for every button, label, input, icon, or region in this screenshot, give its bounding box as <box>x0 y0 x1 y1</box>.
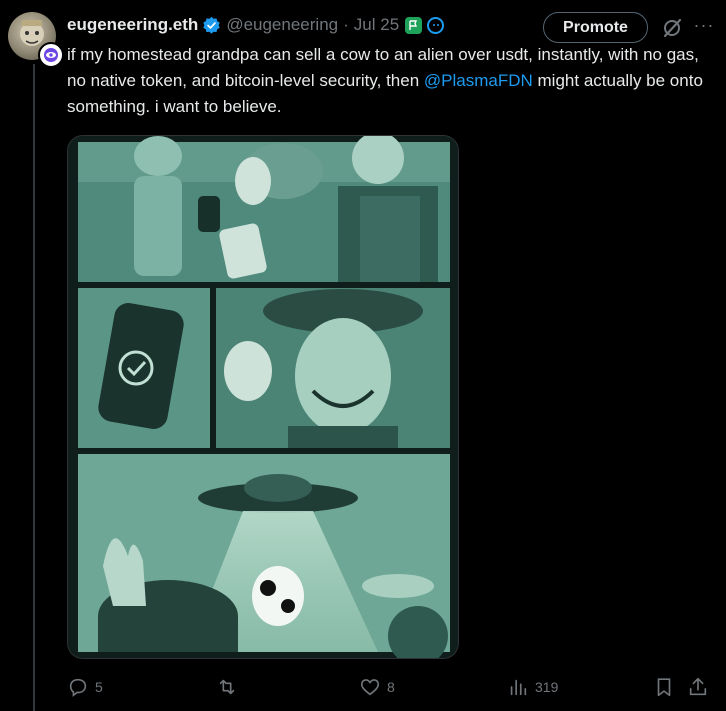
reply-icon <box>69 678 87 697</box>
verified-badge-icon[interactable] <box>202 16 221 35</box>
bookmark-icon <box>657 678 671 697</box>
views-icon <box>510 679 527 696</box>
like-count: 8 <box>387 679 395 695</box>
views-button[interactable]: 319 <box>507 674 558 700</box>
user-handle[interactable]: @eugeneering <box>226 15 338 35</box>
tweet-header: eugeneering.eth @eugeneering · Jul 25 <box>67 13 445 37</box>
views-count: 319 <box>535 679 559 695</box>
more-icon[interactable]: ··· <box>693 15 715 37</box>
tweet-date[interactable]: Jul 25 <box>354 15 399 35</box>
comic-illustration <box>68 136 458 658</box>
reply-button[interactable]: 5 <box>67 674 103 700</box>
share-button[interactable] <box>687 674 709 700</box>
grok-icon[interactable] <box>661 17 683 39</box>
bookmark-button[interactable] <box>653 674 675 700</box>
avatar[interactable] <box>8 12 64 68</box>
display-name[interactable]: eugeneering.eth <box>67 15 198 35</box>
tweet-media-image[interactable] <box>67 135 459 659</box>
retweet-icon <box>219 679 235 695</box>
eye-badge-icon <box>38 42 64 68</box>
emoji-badge-icon <box>427 16 445 34</box>
tweet-text: if my homestead grandpa can sell a cow t… <box>67 42 717 120</box>
share-icon <box>689 677 707 696</box>
tweet-actions: 5 8 319 <box>67 674 717 702</box>
promote-button[interactable]: Promote <box>543 12 648 43</box>
separator-dot: · <box>343 15 349 34</box>
retweet-button[interactable] <box>216 674 244 700</box>
reply-count: 5 <box>95 679 103 695</box>
heart-icon <box>360 679 380 696</box>
like-button[interactable]: 8 <box>359 674 395 700</box>
thread-line <box>33 64 35 711</box>
flag-icon <box>405 16 423 34</box>
mention-link[interactable]: @PlasmaFDN <box>424 71 533 90</box>
